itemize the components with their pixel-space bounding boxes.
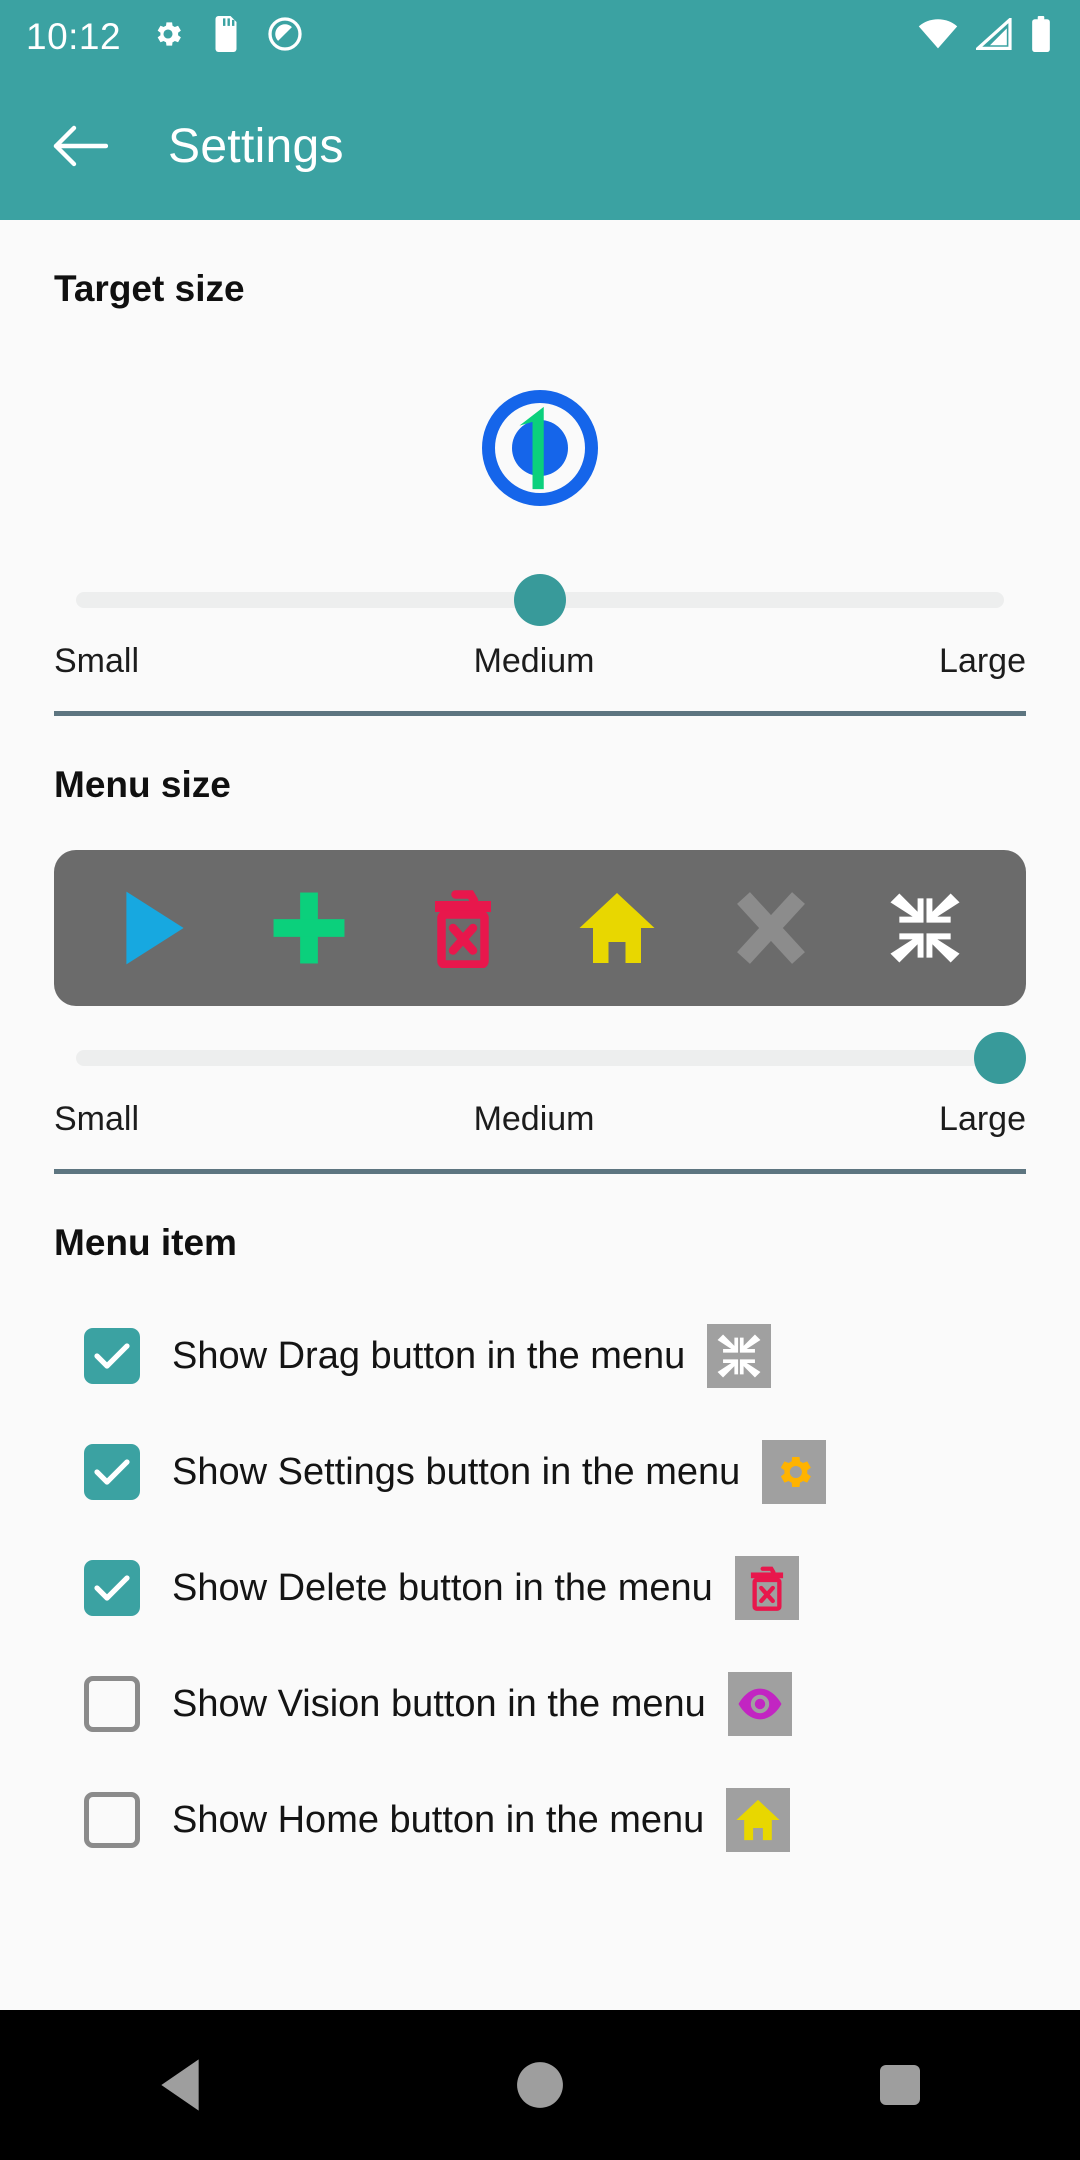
target-size-preview: [54, 348, 1026, 548]
delete-icon[interactable]: [418, 883, 508, 973]
recents-nav-icon[interactable]: [840, 2025, 960, 2145]
checkbox-label-delete: Show Delete button in the menu: [172, 1566, 713, 1609]
app-bar: Settings: [0, 72, 1080, 220]
checkbox-label-drag: Show Drag button in the menu: [172, 1334, 686, 1377]
settings-scroll-area[interactable]: Target size Small Medium Large Menu size: [0, 220, 1080, 2010]
delete-icon: [734, 1556, 799, 1620]
vision-icon: [727, 1672, 792, 1736]
sd-card-icon: [211, 15, 241, 57]
checkbox-row-home[interactable]: Show Home button in the menu: [54, 1762, 1026, 1878]
checkbox-home[interactable]: [84, 1792, 140, 1848]
slider-label-large: Large: [939, 642, 1026, 680]
target-one-mark: [519, 406, 544, 490]
menu-size-slider-labels: Small Medium Large: [54, 1100, 1026, 1139]
slider-label-large: Large: [939, 1100, 1026, 1138]
system-navigation-bar: [0, 2010, 1080, 2160]
page-title: Settings: [168, 119, 344, 173]
home-icon[interactable]: [572, 883, 662, 973]
menu-size-slider-track[interactable]: [76, 1050, 1004, 1066]
target-size-slider-labels: Small Medium Large: [54, 642, 1026, 681]
slider-label-small: Small: [54, 642, 140, 680]
checkbox-row-delete[interactable]: Show Delete button in the menu: [54, 1530, 1026, 1646]
section-menu-size: Menu size Small Medium Large: [0, 716, 1080, 1174]
checkbox-label-settings: Show Settings button in the menu: [172, 1450, 741, 1493]
cell-signal-icon: [973, 15, 1012, 55]
slider-label-medium: Medium: [473, 1100, 595, 1138]
gear-icon: [762, 1440, 827, 1504]
section-target-size: Target size Small Medium Large: [0, 220, 1080, 716]
checkbox-label-vision: Show Vision button in the menu: [172, 1682, 706, 1725]
home-nav-icon[interactable]: [480, 2025, 600, 2145]
checkbox-row-vision[interactable]: Show Vision button in the menu: [54, 1646, 1026, 1762]
menu-size-slider-thumb[interactable]: [974, 1032, 1026, 1084]
menu-item-checklist: Show Drag button in the menu Show Settin…: [54, 1298, 1026, 1878]
play-icon[interactable]: [110, 883, 200, 973]
section-menu-item: Menu item Show Drag button in the menu S…: [0, 1174, 1080, 1878]
drag-icon[interactable]: [880, 883, 970, 973]
target-size-slider-thumb[interactable]: [514, 574, 566, 626]
slider-label-small: Small: [54, 1100, 140, 1138]
menu-size-preview: [54, 850, 1026, 1006]
checkbox-row-drag[interactable]: Show Drag button in the menu: [54, 1298, 1026, 1414]
checkbox-drag[interactable]: [84, 1328, 140, 1384]
status-time: 10:12: [26, 15, 122, 57]
drag-icon: [707, 1324, 772, 1388]
slider-label-medium: Medium: [473, 642, 595, 680]
gear-icon: [151, 17, 185, 56]
status-bar-right-icons: [918, 15, 1052, 57]
checkbox-vision[interactable]: [84, 1676, 140, 1732]
do-not-disturb-icon: [267, 16, 303, 57]
checkbox-row-settings[interactable]: Show Settings button in the menu: [54, 1414, 1026, 1530]
section-title-menu-item: Menu item: [54, 1222, 237, 1263]
section-title-menu-size: Menu size: [54, 764, 231, 805]
home-icon: [726, 1788, 791, 1852]
back-button[interactable]: [48, 114, 112, 178]
battery-icon: [1030, 15, 1052, 57]
checkbox-delete[interactable]: [84, 1560, 140, 1616]
menu-size-slider[interactable]: [54, 1032, 1026, 1084]
status-bar: 10:12: [0, 0, 1080, 72]
plus-icon[interactable]: [264, 883, 354, 973]
target-size-slider[interactable]: [54, 574, 1026, 626]
wifi-icon: [918, 18, 958, 55]
section-title-target-size: Target size: [54, 268, 245, 309]
target-ring-icon: [482, 390, 598, 506]
status-bar-left-icons: [151, 15, 303, 57]
close-icon[interactable]: [726, 883, 816, 973]
checkbox-settings[interactable]: [84, 1444, 140, 1500]
checkbox-label-home: Show Home button in the menu: [172, 1798, 705, 1841]
back-nav-icon[interactable]: [120, 2025, 240, 2145]
